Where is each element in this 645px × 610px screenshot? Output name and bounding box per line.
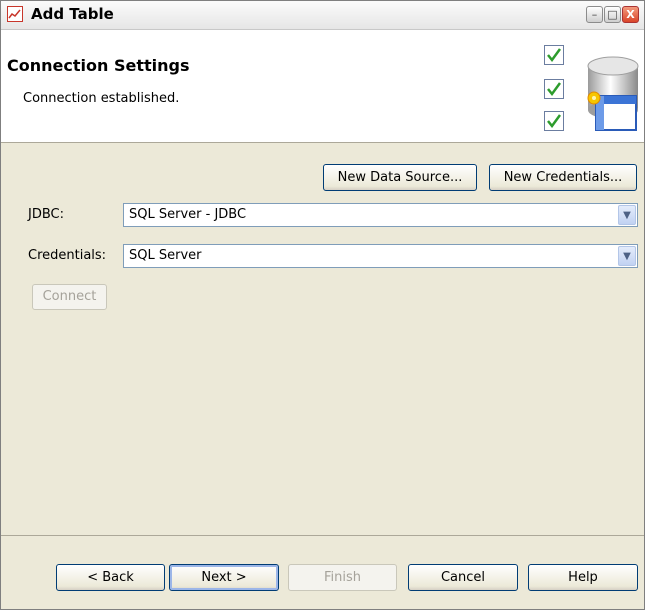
jdbc-select-value: SQL Server - JDBC [129, 207, 247, 222]
next-button[interactable]: Next > [169, 564, 279, 591]
wizard-body: New Data Source... New Credentials... JD… [1, 143, 644, 609]
cancel-button[interactable]: Cancel [408, 564, 518, 591]
minimize-button[interactable]: – [586, 6, 603, 23]
chevron-down-icon[interactable]: ▼ [618, 246, 636, 266]
checkmark-icon [544, 79, 564, 99]
close-button[interactable]: X [622, 6, 639, 23]
window-title: Add Table [31, 5, 114, 23]
add-table-dialog: Add Table – □ X Connection Settings Conn… [0, 0, 645, 610]
back-button[interactable]: < Back [56, 564, 165, 591]
help-button[interactable]: Help [528, 564, 638, 591]
page-title: Connection Settings [7, 56, 190, 75]
credentials-label: Credentials: [28, 248, 107, 263]
checkmark-icon [544, 45, 564, 65]
chevron-down-icon[interactable]: ▼ [618, 205, 636, 225]
maximize-button[interactable]: □ [604, 6, 621, 23]
wizard-header: Connection Settings Connection establish… [1, 30, 644, 143]
connect-button[interactable]: Connect [32, 284, 107, 310]
database-table-icon [576, 52, 640, 136]
new-credentials-button[interactable]: New Credentials... [489, 164, 637, 191]
new-data-source-button[interactable]: New Data Source... [323, 164, 477, 191]
checklist-icon [542, 45, 572, 133]
jdbc-select[interactable]: SQL Server - JDBC ▼ [123, 203, 638, 227]
status-message: Connection established. [23, 91, 180, 106]
credentials-select-value: SQL Server [129, 248, 202, 263]
footer-divider [1, 535, 644, 536]
checkmark-icon [544, 111, 564, 131]
title-bar[interactable]: Add Table – □ X [1, 1, 644, 30]
credentials-select[interactable]: SQL Server ▼ [123, 244, 638, 268]
chart-app-icon [7, 6, 23, 22]
jdbc-label: JDBC: [28, 207, 64, 222]
finish-button[interactable]: Finish [288, 564, 397, 591]
